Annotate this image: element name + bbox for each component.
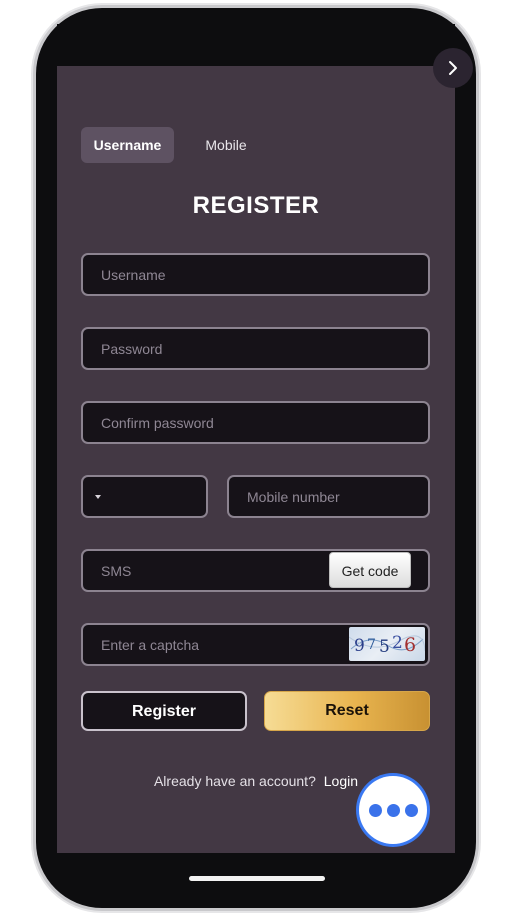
password-field[interactable] — [81, 327, 430, 370]
tab-mobile[interactable]: Mobile — [190, 127, 262, 163]
home-indicator[interactable] — [189, 876, 325, 881]
tab-username[interactable]: Username — [81, 127, 174, 163]
chevron-right-glyph — [449, 61, 457, 75]
login-question-text: Already have an account? — [153, 773, 316, 789]
captcha-input[interactable] — [101, 636, 341, 653]
chevron-right-icon[interactable] — [433, 48, 473, 88]
svg-text:2: 2 — [392, 633, 403, 653]
chat-dots-icon[interactable] — [359, 776, 427, 844]
captcha-graphic: 9 7 5 2 6 — [349, 633, 425, 657]
sms-input[interactable] — [101, 562, 321, 579]
password-input[interactable] — [101, 340, 428, 357]
svg-text:7: 7 — [367, 637, 376, 653]
svg-text:9: 9 — [354, 636, 365, 656]
chat-dot — [368, 803, 382, 817]
confirm-password-input[interactable] — [101, 414, 428, 431]
username-field[interactable] — [81, 253, 430, 296]
mobile-number-field[interactable] — [227, 475, 430, 518]
svg-text:6: 6 — [404, 634, 416, 656]
chat-dots — [368, 803, 418, 817]
country-code-select[interactable] — [81, 475, 208, 518]
confirm-password-field[interactable] — [81, 401, 430, 444]
chat-dot — [386, 803, 400, 817]
register-button[interactable]: Register — [81, 691, 247, 731]
username-input[interactable] — [101, 266, 428, 283]
svg-text:5: 5 — [379, 637, 390, 657]
power-button — [476, 262, 480, 358]
login-link[interactable]: Login — [324, 773, 358, 789]
get-code-button[interactable]: Get code — [329, 552, 411, 588]
page-title: REGISTER — [192, 192, 320, 219]
reset-button[interactable]: Reset — [264, 691, 430, 731]
status-bar-area — [57, 24, 455, 66]
mobile-number-input[interactable] — [247, 488, 428, 505]
captcha-image[interactable]: 9 7 5 2 6 — [349, 627, 425, 661]
register-screen — [57, 66, 455, 853]
caret-down-icon — [95, 494, 101, 499]
chat-dot — [404, 803, 418, 817]
device-stage: Username Mobile REGISTER Get code 9 7 5 … — [0, 0, 512, 915]
